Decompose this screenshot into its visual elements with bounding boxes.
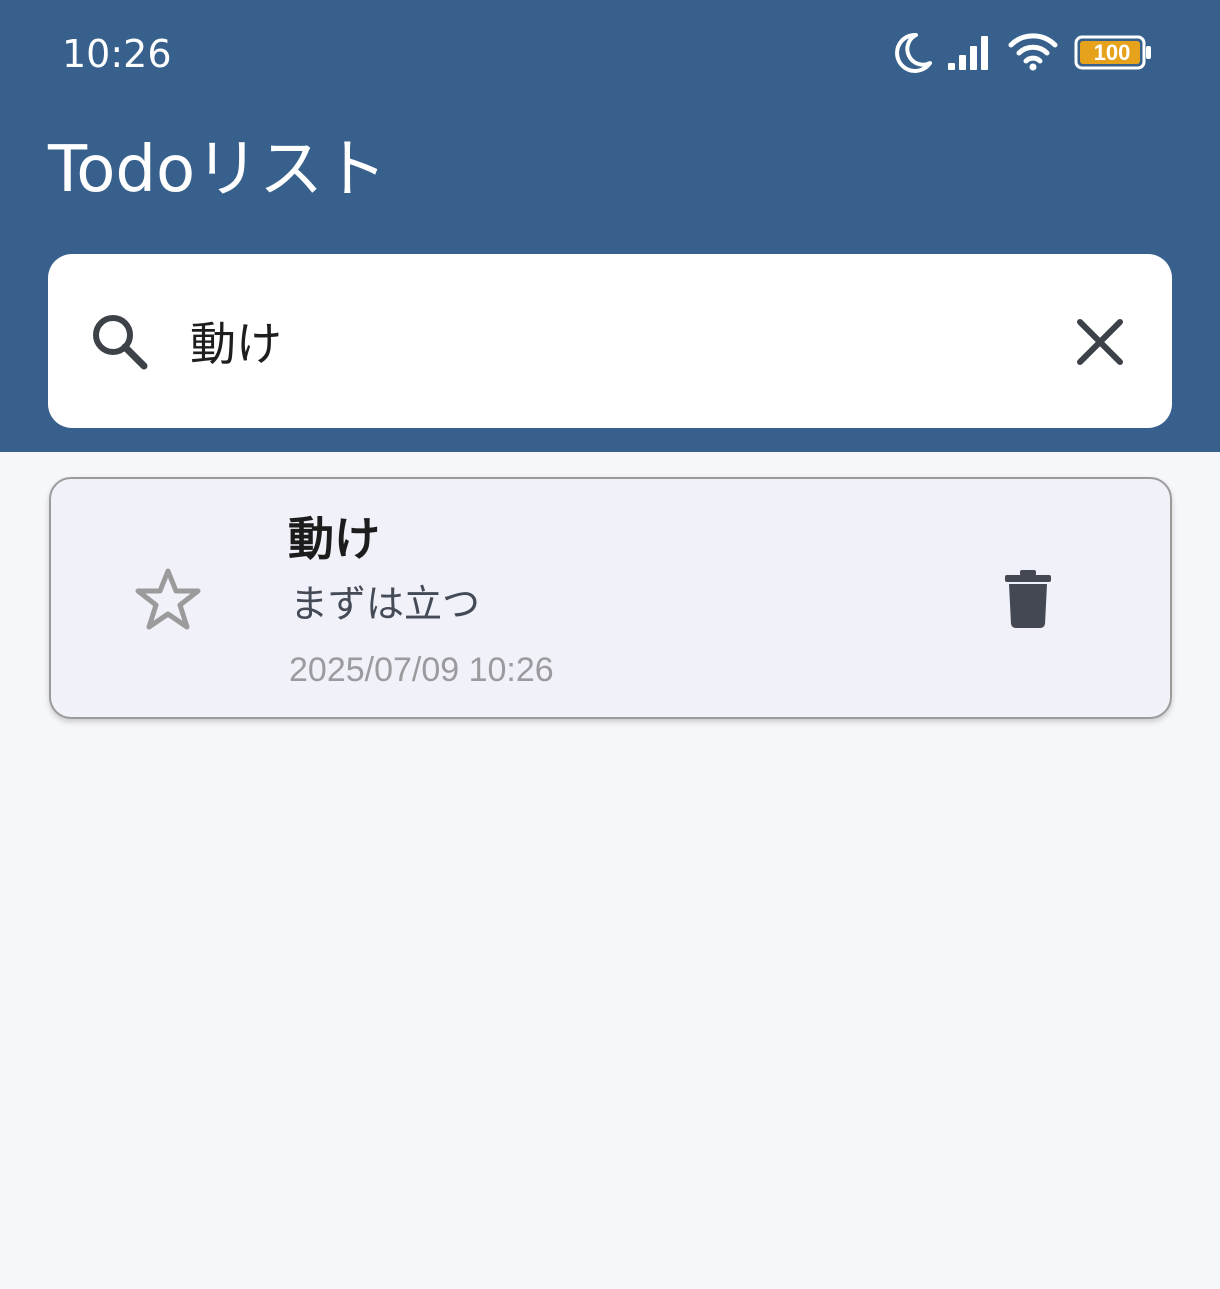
status-time: 10:26 xyxy=(62,32,172,76)
todo-date: 2025/07/09 10:26 xyxy=(289,651,554,689)
battery-level: 100 xyxy=(1093,40,1131,65)
trash-icon[interactable] xyxy=(1000,568,1056,630)
star-outline-icon[interactable] xyxy=(134,566,202,632)
page-title: Todoリスト xyxy=(48,133,388,207)
close-icon[interactable] xyxy=(1068,310,1132,374)
todo-title: 動け xyxy=(288,512,380,566)
signal-icon xyxy=(948,36,988,70)
todo-description: まずは立つ xyxy=(290,582,481,626)
status-icons: 100 xyxy=(890,28,1160,78)
search-input[interactable] xyxy=(190,306,1030,376)
wifi-icon xyxy=(1008,33,1058,71)
search-icon xyxy=(93,315,148,370)
moon-icon xyxy=(895,32,932,73)
